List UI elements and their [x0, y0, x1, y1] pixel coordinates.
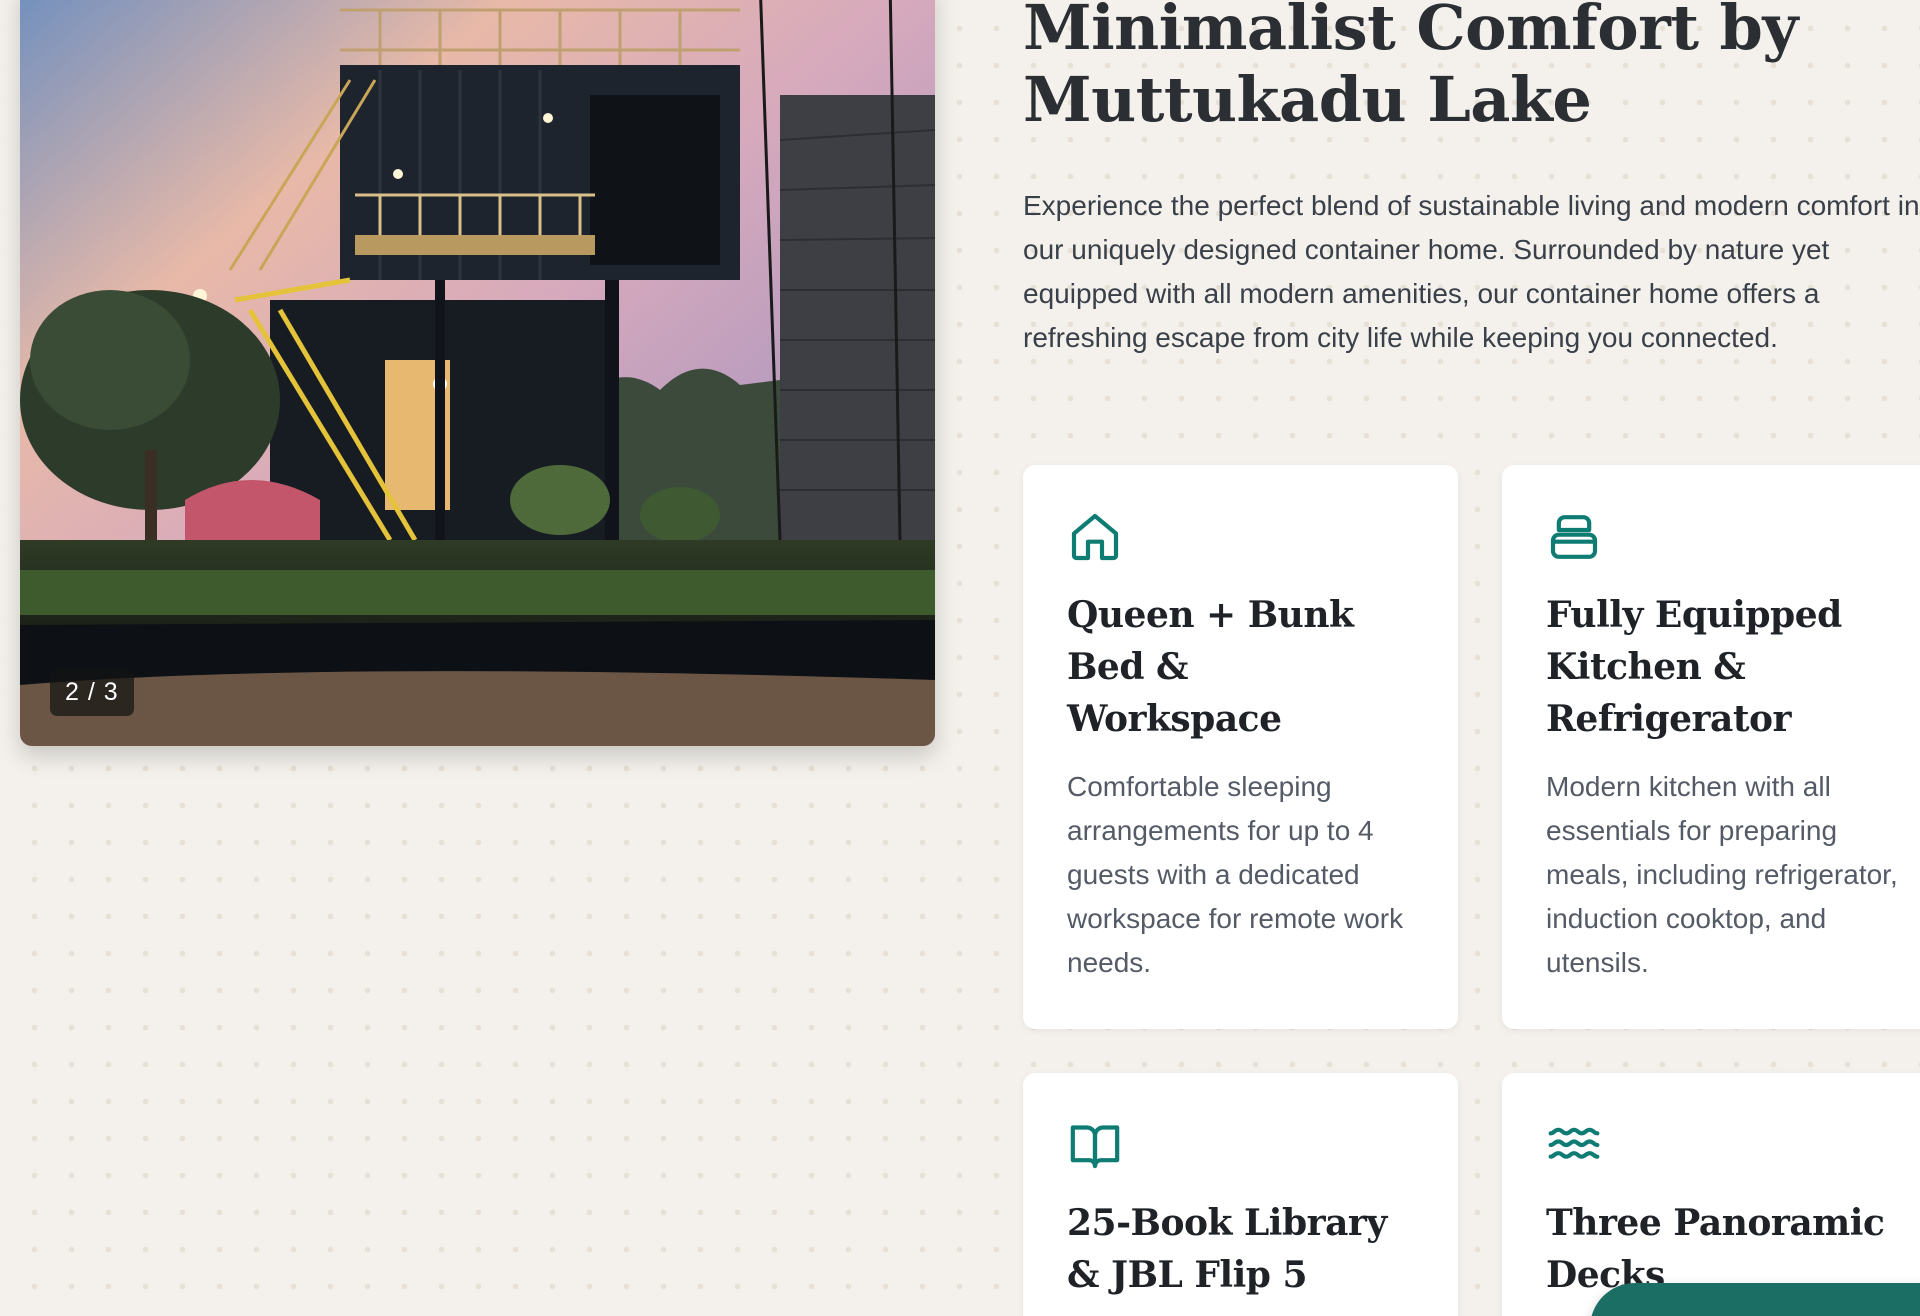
slide-counter: 2 / 3 — [50, 669, 134, 716]
waves-icon — [1548, 1127, 1600, 1159]
feature-title: Fully Equipped Kitchen & Refrigerator — [1546, 594, 1842, 740]
open-book-icon — [1070, 1125, 1120, 1169]
feature-card-decks: Three Panoramic Decks — [1502, 1073, 1920, 1316]
feature-card-bedroom: Queen + Bunk Bed & Workspace Comfortable… — [1023, 465, 1458, 1029]
feature-description: Modern kitchen with all essentials for p… — [1546, 771, 1898, 978]
feature-description: Comfortable sleeping arrangements for up… — [1067, 771, 1404, 978]
intro-paragraph: Experience the perfect blend of sustaina… — [1023, 190, 1920, 353]
house-icon — [1071, 513, 1119, 561]
feature-card-library: 25-Book Library & JBL Flip 5 — [1023, 1073, 1458, 1316]
feature-card-kitchen: Fully Equipped Kitchen & Refrigerator Mo… — [1502, 465, 1920, 1029]
page-title: Minimalist Comfort by Muttukadu Lake — [1023, 0, 1798, 136]
feature-title: Queen + Bunk Bed & Workspace — [1067, 594, 1354, 740]
photo-gallery[interactable]: 2 / 3 — [20, 0, 935, 746]
feature-title: 25-Book Library & JBL Flip 5 — [1067, 1202, 1387, 1296]
cooking-pot-icon — [1550, 515, 1598, 559]
floating-action-button[interactable] — [1590, 1283, 1920, 1316]
gallery-photo — [20, 0, 935, 746]
